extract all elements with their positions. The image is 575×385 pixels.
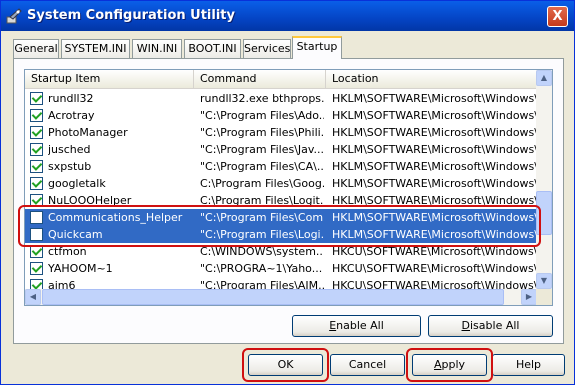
list-row[interactable]: PhotoManager "C:\Program Files\Phili... HK… [25,124,537,141]
scroll-up-icon[interactable]: ▲ [536,70,552,86]
tab-general[interactable]: General [13,39,59,58]
tab-system-ini[interactable]: SYSTEM.INI [61,39,130,58]
vertical-scroll-thumb[interactable] [536,191,552,235]
startup-checkbox[interactable] [30,211,43,224]
startup-checkbox[interactable] [30,109,43,122]
list-row[interactable]: rundll32 rundll32.exe bthprops... HKLM\SOF… [25,90,537,107]
cell-location: HKLM\SOFTWARE\Microsoft\Windows\Curr [332,211,537,224]
cell-item: googletalk [48,177,106,190]
close-button[interactable]: X [547,6,568,27]
cell-command: C:\Program Files\Logit... [200,194,324,207]
cell-item: jusched [48,143,91,156]
scroll-down-icon[interactable]: ▼ [536,273,552,289]
list-row[interactable]: jusched "C:\Program Files\Jav... HKLM\SOFT… [25,141,537,158]
list-row[interactable]: Communications_Helper "C:\Program Files\C… [25,209,537,226]
startup-checkbox[interactable] [30,177,43,190]
ok-button[interactable]: OK [248,354,323,376]
cell-item: Communications_Helper [48,211,183,224]
cell-item: YAHOOM~1 [48,262,113,275]
list-row[interactable]: ctfmon C:\WINDOWS\system... HKCU\SOFTWARE\… [25,243,537,260]
startup-checkbox[interactable] [30,92,43,105]
cell-location: HKLM\SOFTWARE\Microsoft\Windows\Curr [332,160,537,173]
startup-checkbox[interactable] [30,194,43,207]
cell-item: Acrotray [48,109,95,122]
cell-command: rundll32.exe bthprops... [200,92,324,105]
cell-command: "C:\Program Files\Logi... [200,228,324,241]
cell-location: HKLM\SOFTWARE\Microsoft\Windows\Curr [332,177,537,190]
cell-location: HKLM\SOFTWARE\Microsoft\Windows\Curr [332,228,537,241]
scroll-left-icon[interactable]: ◀ [25,289,41,305]
cell-item: Quickcam [48,228,103,241]
cell-item: sxpstub [48,160,92,173]
horizontal-scroll-thumb[interactable] [42,289,504,305]
column-header-startup-item[interactable]: Startup Item [25,70,194,88]
cell-command: C:\WINDOWS\system... [200,245,324,258]
enable-all-button[interactable]: Enable All [292,315,421,337]
cancel-button[interactable]: Cancel [330,354,405,376]
cell-command: C:\Program Files\Goog... [200,177,324,190]
tab-win-ini[interactable]: WIN.INI [132,39,182,58]
system-config-icon [6,8,22,24]
horizontal-scrollbar[interactable]: ◀ ▶ [25,289,537,305]
cell-location: HKLM\SOFTWARE\Microsoft\Windows\Curr [332,92,537,105]
list-row[interactable]: googletalk C:\Program Files\Goog... HKLM\S… [25,175,537,192]
window-title: System Configuration Utility [27,8,235,23]
cell-command: "C:\Program Files\CA\... [200,160,324,173]
tab-startup[interactable]: Startup [292,36,342,59]
startup-checkbox[interactable] [30,160,43,173]
list-row[interactable]: Quickcam "C:\Program Files\Logi... HKLM\SO… [25,226,537,243]
cell-location: HKLM\SOFTWARE\Microsoft\Windows\Curr [332,109,537,122]
system-configuration-window: System Configuration Utility X General S… [0,0,575,385]
cell-item: ctfmon [48,245,87,258]
scroll-right-icon[interactable]: ▶ [521,289,537,305]
cell-item: rundll32 [48,92,94,105]
cell-command: "C:\Program Files\Ado... [200,109,324,122]
startup-checkbox[interactable] [30,143,43,156]
apply-button[interactable]: Apply [412,354,487,376]
cell-command: "C:\PROGRA~1\Yaho... [200,262,323,275]
cell-location: HKCU\SOFTWARE\Microsoft\Windows\Curr [332,262,537,275]
list-header: Startup Item Command Location [25,70,537,89]
scroll-corner [536,289,552,305]
vertical-scrollbar[interactable]: ▲ ▼ [536,70,552,289]
cell-location: HKCU\SOFTWARE\Microsoft\Windows\Curr [332,245,537,258]
startup-checkbox[interactable] [30,245,43,258]
list-row[interactable]: Acrotray "C:\Program Files\Ado... HKLM\SOF… [25,107,537,124]
tab-boot-ini[interactable]: BOOT.INI [184,39,241,58]
column-header-location[interactable]: Location [326,70,541,88]
startup-checkbox[interactable] [30,126,43,139]
cell-command: "C:\Program Files\Com... [200,211,324,224]
list-row[interactable]: YAHOOM~1 "C:\PROGRA~1\Yaho... HKCU\SOFTWAR… [25,260,537,277]
cell-location: HKLM\SOFTWARE\Microsoft\Windows\Curr [332,126,537,139]
help-button[interactable]: Help [492,354,565,376]
list-row[interactable]: sxpstub "C:\Program Files\CA\... HKLM\SOFT… [25,158,537,175]
startup-checkbox[interactable] [30,262,43,275]
tab-services[interactable]: Services [243,39,291,58]
cell-item: NuLOOOHelper [48,194,132,207]
cell-item: PhotoManager [48,126,128,139]
cell-command: "C:\Program Files\Phili... [200,126,324,139]
disable-all-button[interactable]: Disable All [428,315,553,337]
cell-command: "C:\Program Files\Jav... [200,143,324,156]
title-bar[interactable]: System Configuration Utility X [1,1,574,31]
startup-list[interactable]: Startup Item Command Location rundll32 ru… [24,69,553,306]
column-header-command[interactable]: Command [194,70,326,88]
list-row[interactable]: NuLOOOHelper C:\Program Files\Logit... HKL… [25,192,537,209]
startup-checkbox[interactable] [30,228,43,241]
cell-location: HKLM\SOFTWARE\Microsoft\Windows\Curr [332,143,537,156]
cell-location: HKLM\SOFTWARE\Microsoft\Windows\Curr [332,194,537,207]
